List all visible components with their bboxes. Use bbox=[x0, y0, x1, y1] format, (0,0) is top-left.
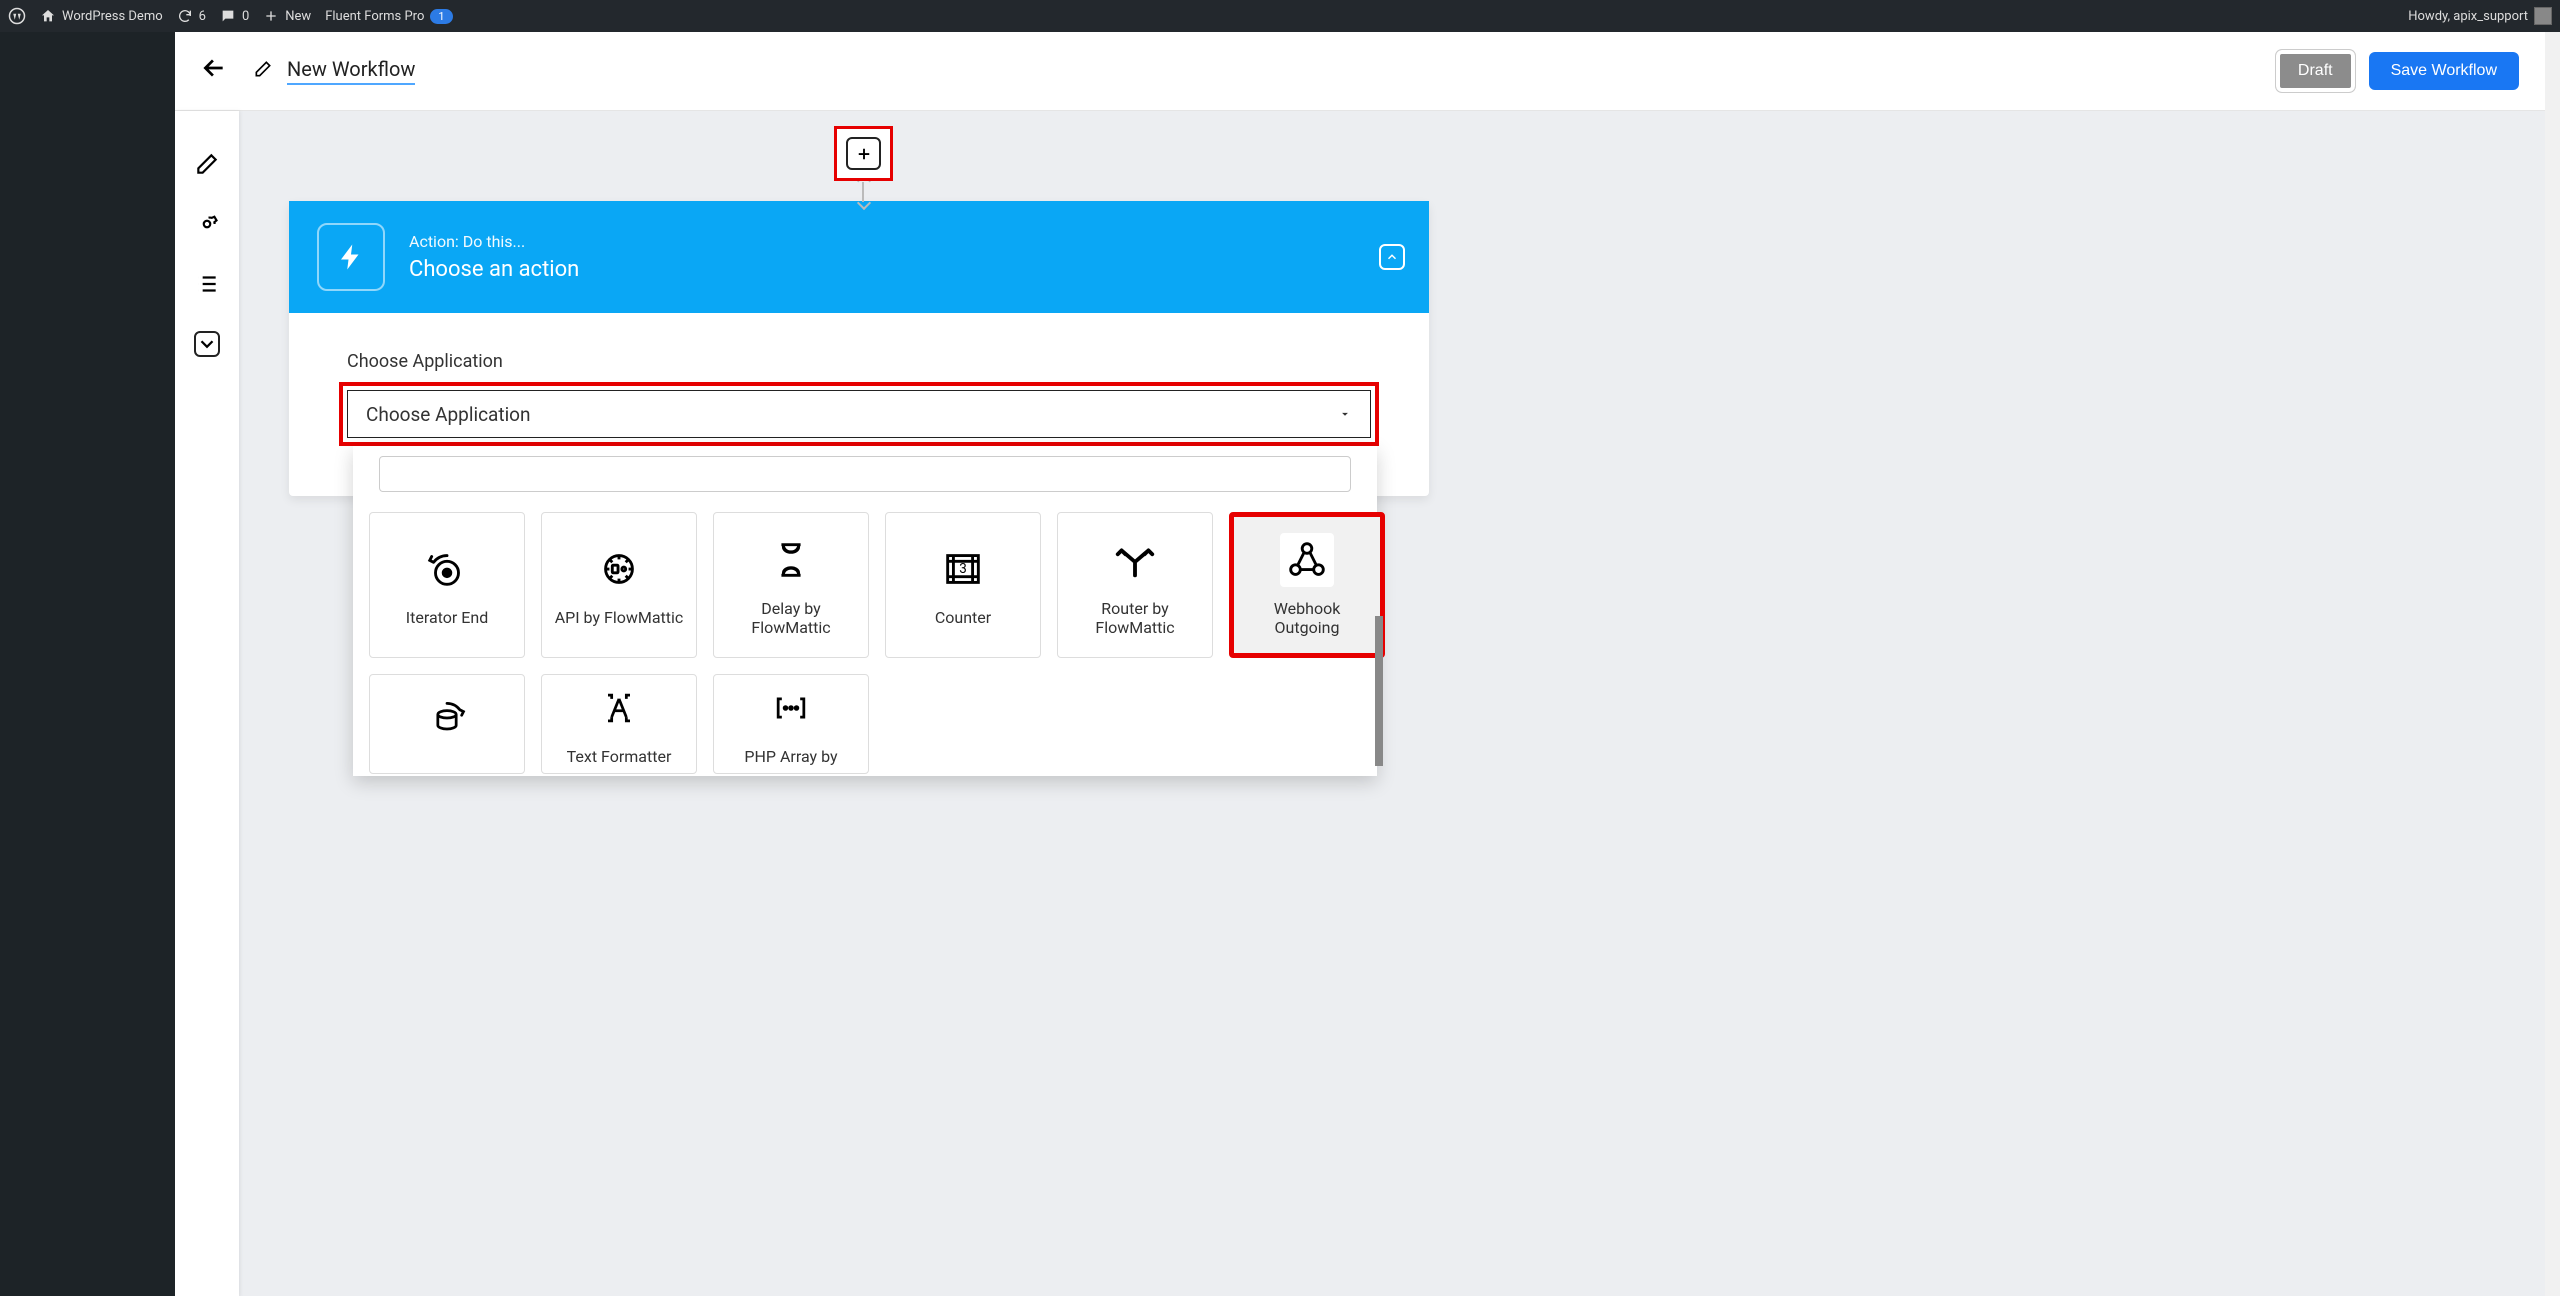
sidebar-settings[interactable] bbox=[194, 211, 220, 237]
site-link[interactable]: WordPress Demo bbox=[40, 8, 163, 24]
app-text-formatter[interactable]: Text Formatter bbox=[541, 674, 697, 774]
collapse-toggle[interactable] bbox=[1379, 244, 1405, 270]
add-step-highlight bbox=[834, 126, 893, 181]
caret-down-icon bbox=[1338, 403, 1352, 426]
app-label: API by FlowMattic bbox=[549, 608, 690, 627]
counter-icon: 3 bbox=[936, 542, 990, 596]
updates-link[interactable]: 6 bbox=[177, 8, 206, 24]
app-delay-flowmattic[interactable]: Delay by FlowMattic bbox=[713, 512, 869, 658]
comments-link[interactable]: 0 bbox=[220, 8, 249, 24]
wp-admin-sidebar bbox=[0, 32, 175, 1296]
app-header: New Workflow Draft Save Workflow bbox=[175, 32, 2545, 111]
action-title: Choose an action bbox=[409, 257, 579, 282]
select-placeholder: Choose Application bbox=[366, 403, 531, 426]
back-button[interactable] bbox=[201, 55, 227, 87]
howdy-text: Howdy, apix_support bbox=[2408, 9, 2528, 24]
action-subtitle: Action: Do this... bbox=[409, 232, 579, 251]
draft-button[interactable]: Draft bbox=[2276, 50, 2355, 92]
wordpress-icon bbox=[8, 7, 26, 25]
app-iterator-end[interactable]: Iterator End bbox=[369, 512, 525, 658]
app-php-array[interactable]: PHP Array by bbox=[713, 674, 869, 774]
webhook-icon bbox=[1280, 533, 1334, 587]
app-label: Iterator End bbox=[400, 608, 494, 627]
choose-application-highlight: Choose Application bbox=[339, 382, 1379, 446]
svg-text:3: 3 bbox=[959, 562, 967, 577]
howdy[interactable]: Howdy, apix_support bbox=[2408, 7, 2552, 25]
mini-sidebar bbox=[175, 111, 239, 1296]
app-label: PHP Array by bbox=[738, 747, 843, 766]
plus-icon bbox=[263, 8, 279, 24]
php-array-icon bbox=[764, 681, 818, 735]
dropdown-scrollbar[interactable] bbox=[1375, 616, 1383, 766]
new-label: New bbox=[285, 9, 311, 24]
storage-loop-icon bbox=[420, 691, 474, 745]
avatar bbox=[2534, 7, 2552, 25]
sidebar-edit[interactable] bbox=[194, 151, 220, 177]
pencil-icon[interactable] bbox=[253, 59, 273, 84]
app-api-flowmattic[interactable]: API by FlowMattic bbox=[541, 512, 697, 658]
workflow-canvas: Action: Do this... Choose an action Choo… bbox=[175, 111, 2545, 1296]
site-name: WordPress Demo bbox=[62, 9, 163, 24]
updates-count: 6 bbox=[199, 9, 206, 24]
wp-logo[interactable] bbox=[8, 7, 26, 25]
app-label: Webhook Outgoing bbox=[1234, 599, 1380, 637]
fluent-forms-label: Fluent Forms Pro bbox=[325, 9, 424, 24]
title-wrap: New Workflow bbox=[253, 57, 415, 85]
workflow-title[interactable]: New Workflow bbox=[287, 57, 415, 85]
browser-scrollbar[interactable] bbox=[2545, 32, 2560, 1296]
app-label: Text Formatter bbox=[561, 747, 678, 766]
text-formatter-icon bbox=[592, 681, 646, 735]
connector-line bbox=[862, 182, 864, 202]
app-label: Delay by FlowMattic bbox=[714, 599, 868, 637]
choose-application-select[interactable]: Choose Application bbox=[347, 390, 1371, 438]
save-workflow-button[interactable]: Save Workflow bbox=[2369, 52, 2519, 90]
sidebar-collapse[interactable] bbox=[194, 331, 220, 357]
choose-application-label: Choose Application bbox=[347, 351, 1401, 372]
app-router-flowmattic[interactable]: Router by FlowMattic bbox=[1057, 512, 1213, 658]
comment-icon bbox=[220, 8, 236, 24]
app-iterator-storage[interactable] bbox=[369, 674, 525, 774]
bolt-icon bbox=[317, 223, 385, 291]
sidebar-list[interactable] bbox=[194, 271, 220, 297]
admin-bar: WordPress Demo 6 0 New Fluent Forms Pro 1… bbox=[0, 0, 2560, 32]
iterator-end-icon bbox=[420, 542, 474, 596]
router-icon bbox=[1108, 533, 1162, 587]
home-icon bbox=[40, 8, 56, 24]
app-label: Router by FlowMattic bbox=[1058, 599, 1212, 637]
fluent-forms-badge: 1 bbox=[430, 9, 452, 24]
app-webhook-outgoing[interactable]: Webhook Outgoing bbox=[1229, 512, 1385, 658]
flowmattic-app: New Workflow Draft Save Workflow Action:… bbox=[175, 32, 2545, 1296]
fluent-forms-link[interactable]: Fluent Forms Pro 1 bbox=[325, 9, 452, 24]
action-card-header[interactable]: Action: Do this... Choose an action bbox=[289, 201, 1429, 313]
comments-count: 0 bbox=[242, 9, 249, 24]
hourglass-icon bbox=[764, 533, 818, 587]
refresh-icon bbox=[177, 8, 193, 24]
api-icon bbox=[592, 542, 646, 596]
app-label: Counter bbox=[929, 608, 997, 627]
app-counter[interactable]: 3 Counter bbox=[885, 512, 1041, 658]
application-search-input[interactable] bbox=[379, 456, 1351, 492]
application-grid: Iterator End API by FlowMattic Delay by … bbox=[369, 512, 1361, 774]
application-dropdown: Iterator End API by FlowMattic Delay by … bbox=[353, 446, 1377, 776]
add-step-button[interactable] bbox=[846, 137, 881, 170]
new-link[interactable]: New bbox=[263, 8, 311, 24]
